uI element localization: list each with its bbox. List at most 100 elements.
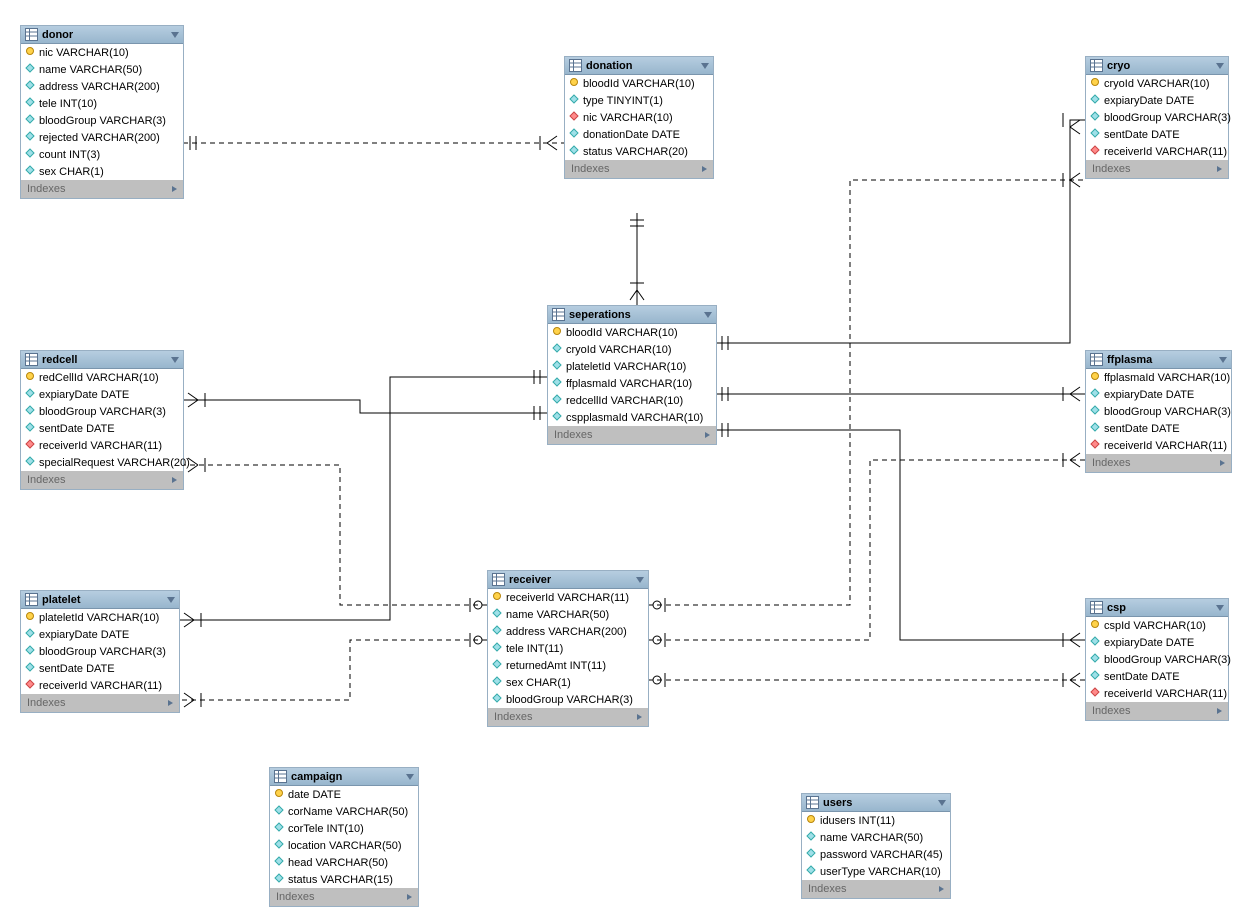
indexes-section[interactable]: Indexes [802, 880, 950, 898]
column-row[interactable]: tele INT(10) [21, 95, 183, 112]
column-row[interactable]: bloodGroup VARCHAR(3) [1086, 651, 1228, 668]
column-row[interactable]: receiverId VARCHAR(11) [488, 589, 648, 606]
column-row[interactable]: sentDate DATE [1086, 420, 1231, 437]
table-header[interactable]: donation [565, 57, 713, 75]
column-row[interactable]: address VARCHAR(200) [21, 78, 183, 95]
collapse-icon[interactable] [167, 597, 175, 603]
table-header[interactable]: users [802, 794, 950, 812]
table-csp[interactable]: cspcspId VARCHAR(10)expiaryDate DATEbloo… [1085, 598, 1229, 721]
column-row[interactable]: location VARCHAR(50) [270, 837, 418, 854]
table-platelet[interactable]: plateletplateletId VARCHAR(10)expiaryDat… [20, 590, 180, 713]
column-row[interactable]: corTele INT(10) [270, 820, 418, 837]
column-row[interactable]: cspId VARCHAR(10) [1086, 617, 1228, 634]
column-row[interactable]: sex CHAR(1) [488, 674, 648, 691]
column-row[interactable]: cspplasmaId VARCHAR(10) [548, 409, 716, 426]
column-row[interactable]: expiaryDate DATE [1086, 634, 1228, 651]
indexes-section[interactable]: Indexes [270, 888, 418, 906]
column-row[interactable]: expiaryDate DATE [21, 626, 179, 643]
column-row[interactable]: corName VARCHAR(50) [270, 803, 418, 820]
column-row[interactable]: tele INT(11) [488, 640, 648, 657]
column-row[interactable]: redCellId VARCHAR(10) [21, 369, 183, 386]
table-redcell[interactable]: redcellredCellId VARCHAR(10)expiaryDate … [20, 350, 184, 490]
table-seperations[interactable]: seperationsbloodId VARCHAR(10)cryoId VAR… [547, 305, 717, 445]
column-row[interactable]: address VARCHAR(200) [488, 623, 648, 640]
collapse-icon[interactable] [704, 312, 712, 318]
column-row[interactable]: redcellId VARCHAR(10) [548, 392, 716, 409]
collapse-icon[interactable] [701, 63, 709, 69]
indexes-section[interactable]: Indexes [1086, 702, 1228, 720]
column-row[interactable]: plateletId VARCHAR(10) [21, 609, 179, 626]
indexes-section[interactable]: Indexes [21, 180, 183, 198]
column-row[interactable]: receiverId VARCHAR(11) [1086, 143, 1228, 160]
table-header[interactable]: donor [21, 26, 183, 44]
table-users[interactable]: usersidusers INT(11)name VARCHAR(50)pass… [801, 793, 951, 899]
column-row[interactable]: specialRequest VARCHAR(20) [21, 454, 183, 471]
column-row[interactable]: head VARCHAR(50) [270, 854, 418, 871]
collapse-icon[interactable] [1216, 605, 1224, 611]
column-row[interactable]: receiverId VARCHAR(11) [21, 677, 179, 694]
table-header[interactable]: receiver [488, 571, 648, 589]
column-row[interactable]: status VARCHAR(20) [565, 143, 713, 160]
column-row[interactable]: ffplasmaId VARCHAR(10) [548, 375, 716, 392]
column-row[interactable]: sentDate DATE [1086, 126, 1228, 143]
column-row[interactable]: userType VARCHAR(10) [802, 863, 950, 880]
table-cryo[interactable]: cryocryoId VARCHAR(10)expiaryDate DATEbl… [1085, 56, 1229, 179]
table-header[interactable]: cryo [1086, 57, 1228, 75]
column-row[interactable]: cryoId VARCHAR(10) [548, 341, 716, 358]
column-row[interactable]: donationDate DATE [565, 126, 713, 143]
column-row[interactable]: receiverId VARCHAR(11) [1086, 685, 1228, 702]
column-row[interactable]: bloodGroup VARCHAR(3) [488, 691, 648, 708]
column-row[interactable]: expiaryDate DATE [1086, 92, 1228, 109]
indexes-section[interactable]: Indexes [1086, 454, 1231, 472]
table-donor[interactable]: donornic VARCHAR(10)name VARCHAR(50)addr… [20, 25, 184, 199]
column-row[interactable]: bloodGroup VARCHAR(3) [1086, 109, 1228, 126]
column-row[interactable]: sentDate DATE [21, 420, 183, 437]
column-row[interactable]: count INT(3) [21, 146, 183, 163]
column-row[interactable]: bloodGroup VARCHAR(3) [21, 403, 183, 420]
column-row[interactable]: bloodId VARCHAR(10) [548, 324, 716, 341]
column-row[interactable]: expiaryDate DATE [1086, 386, 1231, 403]
table-header[interactable]: seperations [548, 306, 716, 324]
column-row[interactable]: expiaryDate DATE [21, 386, 183, 403]
indexes-section[interactable]: Indexes [548, 426, 716, 444]
column-row[interactable]: rejected VARCHAR(200) [21, 129, 183, 146]
table-donation[interactable]: donationbloodId VARCHAR(10)type TINYINT(… [564, 56, 714, 179]
column-row[interactable]: bloodGroup VARCHAR(3) [1086, 403, 1231, 420]
collapse-icon[interactable] [171, 357, 179, 363]
column-row[interactable]: bloodId VARCHAR(10) [565, 75, 713, 92]
collapse-icon[interactable] [1219, 357, 1227, 363]
column-row[interactable]: nic VARCHAR(10) [21, 44, 183, 61]
column-row[interactable]: ffplasmaId VARCHAR(10) [1086, 369, 1231, 386]
column-row[interactable]: nic VARCHAR(10) [565, 109, 713, 126]
column-row[interactable]: password VARCHAR(45) [802, 846, 950, 863]
collapse-icon[interactable] [938, 800, 946, 806]
column-row[interactable]: idusers INT(11) [802, 812, 950, 829]
table-header[interactable]: campaign [270, 768, 418, 786]
column-row[interactable]: sex CHAR(1) [21, 163, 183, 180]
indexes-section[interactable]: Indexes [488, 708, 648, 726]
table-header[interactable]: ffplasma [1086, 351, 1231, 369]
column-row[interactable]: plateletId VARCHAR(10) [548, 358, 716, 375]
column-row[interactable]: cryoId VARCHAR(10) [1086, 75, 1228, 92]
table-header[interactable]: csp [1086, 599, 1228, 617]
column-row[interactable]: receiverId VARCHAR(11) [1086, 437, 1231, 454]
table-campaign[interactable]: campaigndate DATEcorName VARCHAR(50)corT… [269, 767, 419, 907]
column-row[interactable]: sentDate DATE [1086, 668, 1228, 685]
column-row[interactable]: bloodGroup VARCHAR(3) [21, 643, 179, 660]
table-header[interactable]: platelet [21, 591, 179, 609]
collapse-icon[interactable] [636, 577, 644, 583]
column-row[interactable]: name VARCHAR(50) [21, 61, 183, 78]
indexes-section[interactable]: Indexes [565, 160, 713, 178]
column-row[interactable]: returnedAmt INT(11) [488, 657, 648, 674]
indexes-section[interactable]: Indexes [21, 471, 183, 489]
column-row[interactable]: date DATE [270, 786, 418, 803]
table-ffplasma[interactable]: ffplasmaffplasmaId VARCHAR(10)expiaryDat… [1085, 350, 1232, 473]
column-row[interactable]: name VARCHAR(50) [488, 606, 648, 623]
column-row[interactable]: receiverId VARCHAR(11) [21, 437, 183, 454]
column-row[interactable]: status VARCHAR(15) [270, 871, 418, 888]
table-header[interactable]: redcell [21, 351, 183, 369]
collapse-icon[interactable] [1216, 63, 1224, 69]
column-row[interactable]: bloodGroup VARCHAR(3) [21, 112, 183, 129]
column-row[interactable]: sentDate DATE [21, 660, 179, 677]
collapse-icon[interactable] [406, 774, 414, 780]
